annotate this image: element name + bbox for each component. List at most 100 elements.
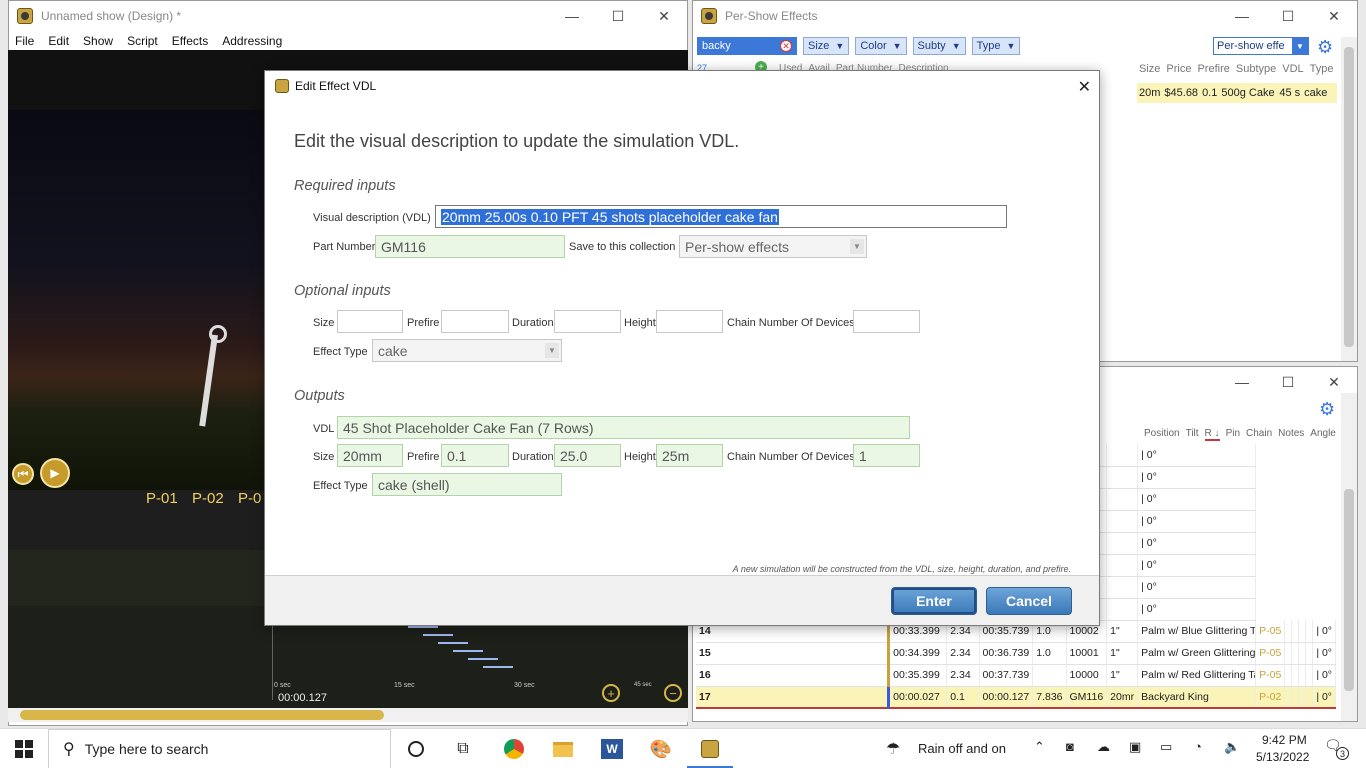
filter-color[interactable]: Color ▼ bbox=[855, 37, 907, 55]
col-size[interactable]: Size bbox=[1139, 63, 1160, 75]
effects-search-input[interactable]: backy ✕ bbox=[697, 37, 797, 55]
maximize-icon[interactable]: ☐ bbox=[1265, 1, 1311, 31]
position-label-p02[interactable]: P-02 bbox=[192, 490, 224, 507]
position-label-p01[interactable]: P-01 bbox=[146, 490, 178, 507]
menu-show[interactable]: Show bbox=[83, 34, 113, 48]
dialog-titlebar[interactable]: Edit Effect VDL bbox=[265, 71, 1099, 101]
part-number-input[interactable]: GM116 bbox=[375, 235, 565, 258]
timeline-effect-bar[interactable] bbox=[438, 642, 468, 644]
vdl-input[interactable]: 20mm 25.00s 0.10 PFT 45 shots placeholde… bbox=[435, 205, 1007, 228]
col-prefire[interactable]: Prefire bbox=[1197, 63, 1229, 75]
collection-select[interactable]: Per-show effe ▼ bbox=[1213, 37, 1309, 55]
enter-button[interactable]: Enter bbox=[891, 587, 977, 615]
cortana-icon[interactable] bbox=[404, 737, 428, 761]
clock-time[interactable]: 9:42 PM bbox=[1262, 733, 1307, 747]
table-row[interactable]: 15 00:34.399 2.34 00:36.739 1.0 10001 1" Palm w… bbox=[696, 642, 1336, 665]
cancel-button[interactable]: Cancel bbox=[986, 587, 1072, 615]
col-price[interactable]: Price bbox=[1166, 63, 1191, 75]
menu-edit[interactable]: Edit bbox=[48, 34, 69, 48]
cloud-icon[interactable]: ☁ bbox=[1097, 739, 1110, 755]
gear-icon[interactable]: ⚙ bbox=[1319, 399, 1335, 420]
zoom-in-icon[interactable]: + bbox=[602, 684, 620, 702]
minimize-icon[interactable]: — bbox=[549, 1, 595, 31]
network-icon[interactable]: ▭ bbox=[1160, 739, 1172, 755]
menu-file[interactable]: File bbox=[15, 34, 34, 48]
gear-icon[interactable]: ⚙ bbox=[1317, 37, 1333, 58]
weather-icon[interactable]: ☂ bbox=[886, 739, 900, 759]
timeline-effect-bar[interactable] bbox=[453, 650, 483, 652]
timeline-effect-bar[interactable] bbox=[468, 658, 498, 660]
col-position[interactable]: Position bbox=[1144, 428, 1180, 441]
close-icon[interactable]: ✕ bbox=[641, 1, 687, 31]
effect-row[interactable]: 20m $45.68 0.1 500g Cakes 45 s cake bbox=[1137, 83, 1337, 103]
col-pin[interactable]: Pin bbox=[1226, 428, 1240, 441]
col-type[interactable]: Type bbox=[1310, 63, 1334, 75]
scrollbar-thumb[interactable] bbox=[1344, 489, 1354, 691]
col-vdl[interactable]: VDL bbox=[1282, 63, 1303, 75]
effect-type-select[interactable]: cake ▼ bbox=[372, 339, 562, 362]
maximize-icon[interactable]: ☐ bbox=[595, 1, 641, 31]
task-view-icon[interactable]: ⧉ bbox=[451, 737, 475, 761]
camera-icon[interactable]: ◙ bbox=[1066, 739, 1074, 754]
chain-input[interactable] bbox=[853, 310, 920, 333]
col-angle[interactable]: Angle bbox=[1310, 428, 1336, 441]
menu-script[interactable]: Script bbox=[127, 34, 158, 48]
size-input[interactable] bbox=[337, 310, 403, 333]
taskbar-search-input[interactable]: ⚲ Type here to search bbox=[48, 729, 391, 768]
main-titlebar[interactable]: Unnamed show (Design) * — ☐ ✕ bbox=[9, 1, 687, 31]
menu-effects[interactable]: Effects bbox=[172, 34, 208, 48]
timeline-effect-bar[interactable] bbox=[408, 626, 438, 628]
finale-app-icon[interactable] bbox=[698, 737, 722, 761]
timeline-effect-bar[interactable] bbox=[483, 666, 513, 668]
col-subtype[interactable]: Subtype bbox=[1236, 63, 1276, 75]
timeline-scrollbar[interactable] bbox=[8, 708, 688, 722]
timeline-cursor[interactable] bbox=[272, 620, 273, 700]
filter-size[interactable]: Size ▼ bbox=[803, 37, 850, 55]
maximize-icon[interactable]: ☐ bbox=[1265, 367, 1311, 397]
minimize-icon[interactable]: — bbox=[1219, 1, 1265, 31]
display-icon[interactable]: ▣ bbox=[1129, 739, 1141, 755]
duration-input[interactable] bbox=[554, 310, 621, 333]
weather-text[interactable]: Rain off and on bbox=[918, 741, 1006, 756]
col-notes[interactable]: Notes bbox=[1278, 428, 1304, 441]
height-input[interactable] bbox=[656, 310, 723, 333]
scrollbar-thumb[interactable] bbox=[20, 710, 384, 720]
menu-addressing[interactable]: Addressing bbox=[222, 34, 282, 48]
col-tilt[interactable]: Tilt bbox=[1186, 428, 1199, 441]
play-button[interactable]: ▶ bbox=[40, 458, 70, 488]
clear-search-icon[interactable]: ✕ bbox=[780, 40, 792, 52]
prefire-input[interactable] bbox=[441, 310, 509, 333]
output-effect-type-label: Effect Type bbox=[313, 480, 368, 492]
effects-titlebar[interactable]: Per-Show Effects — ☐ ✕ bbox=[693, 1, 1357, 31]
windows-start-icon[interactable] bbox=[12, 737, 36, 761]
cell-chain bbox=[1298, 686, 1307, 709]
zoom-out-icon[interactable]: − bbox=[664, 684, 682, 702]
word-icon[interactable]: W bbox=[600, 737, 624, 761]
cell-price: $45.68 bbox=[1164, 87, 1199, 99]
table-row[interactable]: 17 00:00.027 0.1 00:00.127 7.836 GM116 20mr Bac… bbox=[696, 686, 1336, 709]
scrollbar-thumb[interactable] bbox=[1344, 47, 1354, 347]
close-icon[interactable]: ✕ bbox=[1078, 77, 1091, 97]
paint-icon[interactable]: 🎨 bbox=[649, 737, 673, 761]
volume-icon[interactable]: 🔈 bbox=[1224, 739, 1240, 755]
minimize-icon[interactable]: — bbox=[1219, 367, 1265, 397]
chevron-up-icon[interactable]: ⌃ bbox=[1034, 739, 1045, 755]
timeline-effect-bar[interactable] bbox=[423, 634, 453, 636]
file-explorer-icon[interactable] bbox=[551, 737, 575, 761]
save-collection-select[interactable]: Per-show effects ▼ bbox=[679, 235, 867, 258]
filter-subtype[interactable]: Subty ▼ bbox=[912, 37, 966, 55]
chrome-icon[interactable] bbox=[502, 737, 526, 761]
position-label-p0x[interactable]: P-0 bbox=[238, 490, 261, 507]
close-icon[interactable]: ✕ bbox=[1311, 1, 1357, 31]
output-height-label: Height bbox=[624, 451, 656, 463]
table-row[interactable]: 16 00:35.399 2.34 00:37.739 10000 1" Palm w/ R… bbox=[696, 664, 1336, 687]
wifi-icon[interactable]: ◔ bbox=[1194, 739, 1202, 754]
col-chain[interactable]: Chain bbox=[1246, 428, 1272, 441]
effects-scrollbar[interactable] bbox=[1341, 37, 1357, 361]
script-scrollbar[interactable] bbox=[1341, 393, 1357, 721]
clock-date[interactable]: 5/13/2022 bbox=[1256, 750, 1309, 764]
rewind-button[interactable]: ⏮ bbox=[12, 463, 34, 485]
filter-type[interactable]: Type ▼ bbox=[971, 37, 1021, 55]
col-r[interactable]: R ↓ bbox=[1204, 428, 1220, 441]
position-marker[interactable] bbox=[209, 325, 227, 343]
